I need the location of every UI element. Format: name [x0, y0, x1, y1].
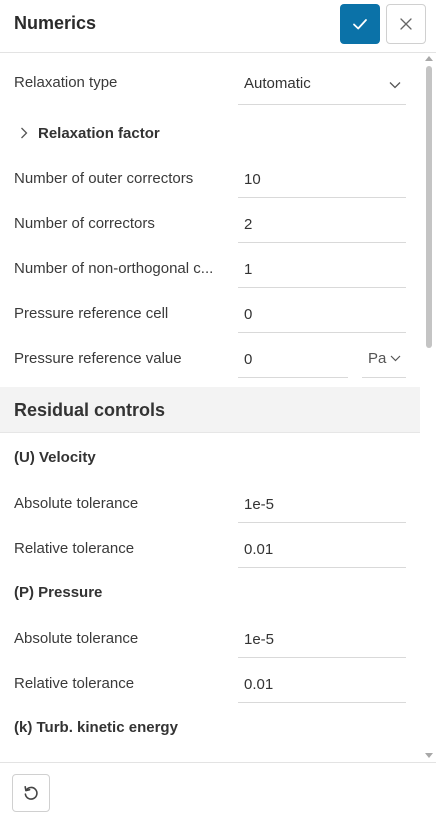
correctors-row: Number of correctors 2 — [0, 198, 420, 243]
reset-icon — [24, 786, 38, 800]
outer-correctors-label: Number of outer correctors — [14, 170, 194, 187]
panel-header: Numerics — [0, 0, 436, 53]
relaxation-type-row: Relaxation type Automatic — [0, 56, 420, 105]
pressure-group-title: (P) Pressure — [14, 584, 103, 601]
scrollbar-thumb[interactable] — [426, 66, 432, 348]
velocity-rel-label: Relative tolerance — [14, 540, 135, 557]
pressure-rel-input[interactable]: 0.01 — [238, 658, 406, 703]
relaxation-factor-label: Relaxation factor — [38, 125, 160, 142]
scrollbar[interactable] — [424, 56, 434, 762]
velocity-group-title: (U) Velocity — [14, 449, 96, 466]
tke-group-title: (k) Turb. kinetic energy — [14, 719, 178, 736]
chevron-down-icon — [390, 355, 401, 362]
pressure-rel-value: 0.01 — [244, 676, 274, 693]
close-button[interactable] — [386, 4, 426, 44]
reset-button[interactable] — [12, 774, 50, 812]
outer-correctors-input[interactable]: 10 — [238, 153, 406, 198]
pressure-ref-cell-label: Pressure reference cell — [14, 305, 169, 322]
pressure-ref-value-row: Pressure reference value 0 Pa — [0, 333, 420, 378]
confirm-button[interactable] — [340, 4, 380, 44]
relaxation-factor-toggle[interactable]: Relaxation factor — [0, 111, 420, 142]
panel-title: Numerics — [14, 13, 97, 33]
residual-controls-header: Residual controls — [0, 387, 420, 433]
relaxation-type-select[interactable]: Automatic — [238, 60, 406, 105]
pressure-ref-cell-value: 0 — [244, 306, 253, 323]
pressure-abs-row: Absolute tolerance 1e-5 — [0, 613, 420, 658]
residual-controls-title: Residual controls — [14, 400, 166, 420]
close-icon — [400, 18, 412, 30]
numerics-panel: Numerics Relaxation type Automatic Relax… — [0, 0, 436, 817]
outer-correctors-row: Number of outer correctors 10 — [0, 153, 420, 198]
non-orthogonal-row: Number of non-orthogonal c... 1 — [0, 243, 420, 288]
chevron-down-icon — [389, 82, 401, 89]
scroll-down-arrow-icon[interactable] — [425, 753, 433, 758]
settings-scroll-area[interactable]: Relaxation type Automatic Relaxation fac… — [0, 53, 424, 762]
velocity-rel-row: Relative tolerance 0.01 — [0, 523, 420, 568]
pressure-abs-value: 1e-5 — [244, 631, 275, 648]
pressure-ref-cell-row: Pressure reference cell 0 — [0, 288, 420, 333]
panel-footer — [0, 762, 436, 817]
pressure-rel-row: Relative tolerance 0.01 — [0, 658, 420, 703]
relaxation-type-label: Relaxation type — [14, 74, 118, 91]
pressure-ref-value-label: Pressure reference value — [14, 350, 182, 367]
pressure-ref-value-value: 0 — [244, 351, 253, 368]
chevron-right-icon — [21, 127, 28, 139]
correctors-value: 2 — [244, 216, 253, 233]
pressure-ref-value-input[interactable]: 0 — [238, 333, 348, 378]
non-orthogonal-input[interactable]: 1 — [238, 243, 406, 288]
check-icon — [353, 19, 367, 30]
pressure-unit-select[interactable]: Pa — [362, 333, 406, 378]
pressure-rel-label: Relative tolerance — [14, 675, 135, 692]
velocity-abs-value: 1e-5 — [244, 496, 275, 513]
velocity-abs-label: Absolute tolerance — [14, 495, 139, 512]
correctors-input[interactable]: 2 — [238, 198, 406, 243]
velocity-abs-input[interactable]: 1e-5 — [238, 478, 406, 523]
relaxation-type-value: Automatic — [244, 75, 311, 92]
velocity-rel-input[interactable]: 0.01 — [238, 523, 406, 568]
velocity-rel-value: 0.01 — [244, 541, 274, 558]
pressure-abs-label: Absolute tolerance — [14, 630, 139, 647]
non-orthogonal-value: 1 — [244, 261, 253, 278]
pressure-unit-value: Pa — [368, 350, 387, 367]
non-orthogonal-label: Number of non-orthogonal c... — [14, 260, 214, 277]
scroll-up-arrow-icon[interactable] — [425, 56, 433, 61]
pressure-abs-input[interactable]: 1e-5 — [238, 613, 406, 658]
correctors-label: Number of correctors — [14, 215, 155, 232]
pressure-ref-cell-input[interactable]: 0 — [238, 288, 406, 333]
velocity-abs-row: Absolute tolerance 1e-5 — [0, 478, 420, 523]
outer-correctors-value: 10 — [244, 171, 261, 188]
